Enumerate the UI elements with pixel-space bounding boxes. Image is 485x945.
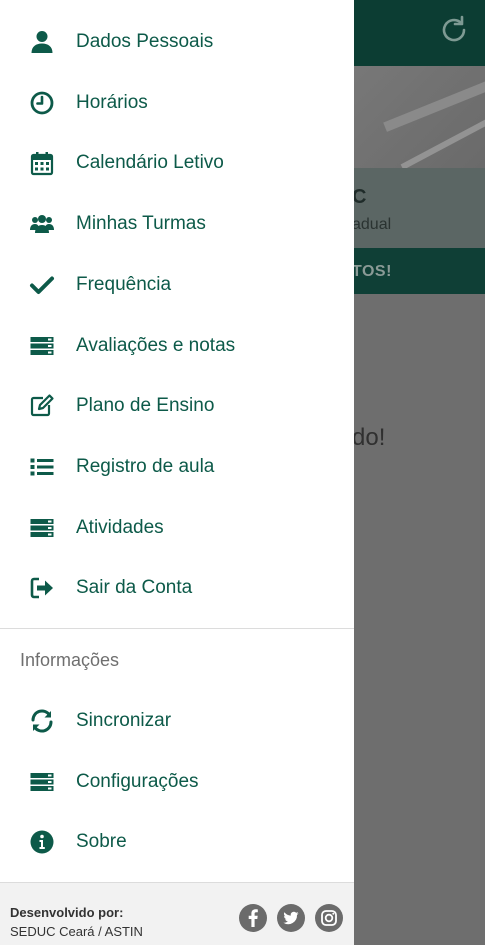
menu-item-sincronizar[interactable]: Sincronizar bbox=[0, 690, 354, 750]
refresh-icon bbox=[438, 14, 470, 46]
menu-item-label: Sair da Conta bbox=[76, 577, 193, 598]
menu-item-label: Dados Pessoais bbox=[76, 31, 214, 52]
developed-by-label: Desenvolvido por: bbox=[10, 905, 124, 920]
menu-item-label: Configurações bbox=[76, 771, 199, 792]
menu-divider bbox=[0, 628, 354, 629]
menu-item-sair-da-conta[interactable]: Sair da Conta bbox=[0, 557, 354, 617]
section-title-informacoes: Informações bbox=[20, 650, 120, 670]
menu-item-registro-de-aula[interactable]: Registro de aula bbox=[0, 436, 354, 496]
menu-item-configuracoes[interactable]: Configurações bbox=[0, 751, 354, 811]
facebook-icon[interactable] bbox=[238, 903, 268, 933]
developer-name: SEDUC Ceará / ASTIN bbox=[10, 924, 143, 939]
list-bars-icon bbox=[29, 515, 55, 541]
navigation-drawer: Dados Pessoais Horários Calendário Letiv… bbox=[0, 0, 354, 945]
menu-item-label: Atividades bbox=[76, 517, 164, 538]
school-card-title: C bbox=[352, 186, 367, 208]
sync-icon bbox=[29, 708, 55, 734]
school-card-subtitle: adual bbox=[352, 216, 392, 233]
menu-item-label: Avaliações e notas bbox=[76, 335, 236, 356]
list-icon bbox=[29, 454, 55, 480]
menu-item-calendario-letivo[interactable]: Calendário Letivo bbox=[0, 132, 354, 192]
notice-text: TOS! bbox=[352, 263, 392, 280]
menu-item-atividades[interactable]: Atividades bbox=[0, 497, 354, 557]
instagram-icon[interactable] bbox=[314, 903, 344, 933]
info-icon bbox=[29, 829, 55, 855]
menu-item-label: Sobre bbox=[76, 831, 127, 852]
user-icon bbox=[29, 29, 55, 55]
twitter-icon[interactable] bbox=[276, 903, 306, 933]
users-icon bbox=[29, 211, 55, 237]
clock-icon bbox=[29, 90, 55, 116]
menu-item-minhas-turmas[interactable]: Minhas Turmas bbox=[0, 193, 354, 253]
menu-item-sobre[interactable]: Sobre bbox=[0, 811, 354, 871]
check-icon bbox=[29, 272, 55, 298]
menu-item-label: Calendário Letivo bbox=[76, 152, 224, 173]
menu-item-label: Minhas Turmas bbox=[76, 213, 206, 234]
edit-icon bbox=[29, 393, 55, 419]
menu-item-label: Sincronizar bbox=[76, 710, 172, 731]
list-bars-icon bbox=[29, 769, 55, 795]
menu-item-avaliacoes-e-notas[interactable]: Avaliações e notas bbox=[0, 315, 354, 375]
drawer-footer: Desenvolvido por: SEDUC Ceará / ASTIN bbox=[0, 883, 354, 945]
sign-out-icon bbox=[29, 575, 55, 601]
calendar-icon bbox=[29, 150, 55, 176]
menu-item-label: Plano de Ensino bbox=[76, 395, 215, 416]
menu-item-horarios[interactable]: Horários bbox=[0, 72, 354, 132]
menu-item-plano-de-ensino[interactable]: Plano de Ensino bbox=[0, 375, 354, 435]
menu-item-label: Registro de aula bbox=[76, 456, 215, 477]
menu-item-dados-pessoais[interactable]: Dados Pessoais bbox=[0, 11, 354, 71]
list-bars-icon bbox=[29, 333, 55, 359]
menu-item-label: Horários bbox=[76, 92, 148, 113]
menu-item-label: Frequência bbox=[76, 274, 172, 295]
welcome-text: do! bbox=[352, 424, 386, 451]
menu-item-frequencia[interactable]: Frequência bbox=[0, 254, 354, 314]
